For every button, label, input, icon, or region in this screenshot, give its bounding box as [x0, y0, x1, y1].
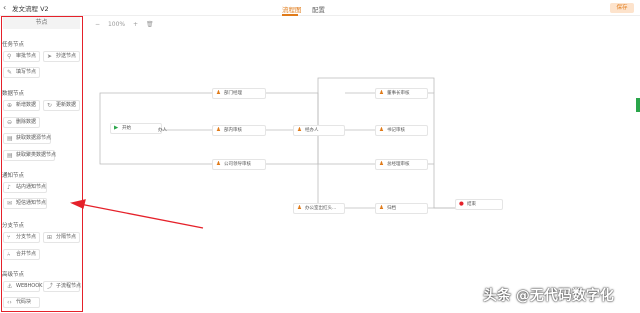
watermark: 头条 @无代码数字化 — [483, 288, 614, 304]
flow-node-handler[interactable]: ♟ 经办人 — [293, 125, 345, 136]
flow-node-handler-partial: 办人 — [158, 128, 167, 133]
flow-node-office[interactable]: ♟ 办公室出红头... — [293, 203, 345, 214]
palette-highlight-box — [1, 16, 83, 312]
flow-node-archive[interactable]: ♟ 归档 — [375, 203, 428, 214]
zoom-out-icon[interactable]: − — [95, 21, 100, 28]
trash-icon[interactable]: 🗑 — [146, 21, 154, 28]
flow-canvas[interactable] — [84, 16, 640, 313]
flow-node-end[interactable]: ● 结束 — [455, 199, 503, 210]
flow-node-secretary[interactable]: ♟ 书记审核 — [375, 125, 428, 136]
user-icon: ♟ — [216, 161, 221, 167]
flow-node-company-leader[interactable]: ♟ 公司领导审核 — [212, 159, 266, 170]
zoom-in-icon[interactable]: + — [133, 21, 138, 28]
top-bar: ‹ 发文流程 V2 流程图 配置 保存 — [0, 0, 640, 16]
page-title[interactable]: 发文流程 V2 — [12, 3, 49, 13]
zoom-controls: − 100% + 🗑 — [95, 21, 160, 28]
user-icon: ♟ — [379, 90, 384, 96]
user-icon: ♟ — [379, 127, 384, 133]
stop-icon: ● — [459, 201, 464, 207]
user-icon: ♟ — [216, 127, 221, 133]
flow-node-general-manager[interactable]: ♟ 总经理审核 — [375, 159, 428, 170]
tab-flowchart[interactable]: 流程图 — [282, 4, 302, 14]
user-icon: ♟ — [379, 161, 384, 167]
user-icon: ♟ — [297, 205, 302, 211]
user-icon: ♟ — [216, 90, 221, 96]
flow-node-dept-manager[interactable]: ♟ 部门经理 — [212, 88, 266, 99]
zoom-level: 100% — [107, 21, 126, 28]
save-button[interactable]: 保存 — [610, 3, 634, 13]
play-icon: ▶ — [114, 125, 119, 131]
side-scroll-handle[interactable] — [636, 98, 640, 112]
tab-config[interactable]: 配置 — [312, 4, 325, 14]
back-arrow-icon[interactable]: ‹ — [3, 3, 6, 12]
user-icon: ♟ — [297, 127, 302, 133]
flow-node-chairman[interactable]: ♟ 董事长审核 — [375, 88, 428, 99]
user-icon: ♟ — [379, 205, 384, 211]
flow-node-dept-review[interactable]: ♟ 部内审核 — [212, 125, 266, 136]
